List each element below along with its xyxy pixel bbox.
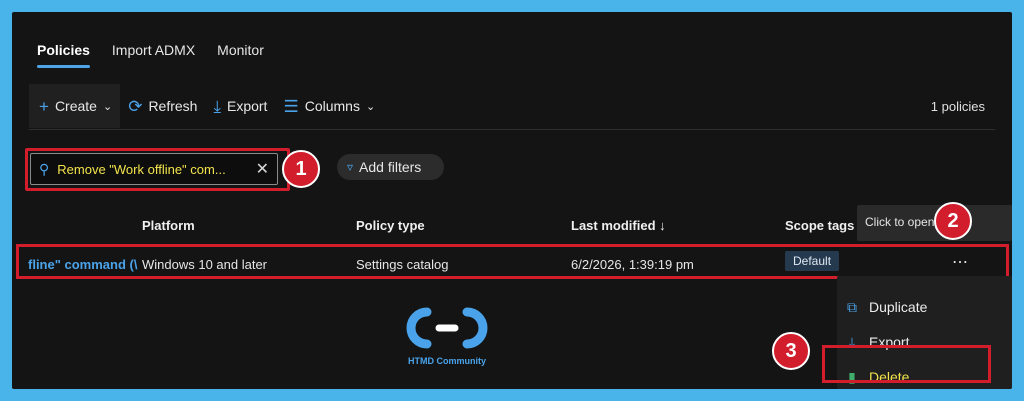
menu-item-duplicate[interactable]: ⧉ Duplicate [845,292,927,322]
toolbar: + Create ⌄ ⟳ Refresh ⤓ Export ☰ Columns … [29,84,995,128]
tab-monitor[interactable]: Monitor [206,38,275,68]
refresh-icon: ⟳ [128,96,143,116]
step-badge-3: 3 [772,332,810,370]
export-label: Export [226,98,268,114]
refresh-label: Refresh [148,98,198,114]
chevron-down-icon: ⌄ [102,100,113,113]
logo-text: HTMD Community [408,356,486,366]
chevron-down-icon: ⌄ [365,100,376,113]
htmd-logo: HTMD Community [397,302,497,372]
copy-icon: ⧉ [847,298,857,315]
tab-import-admx[interactable]: Import ADMX [101,38,206,68]
search-input[interactable]: Remove "Work offline" com... [57,162,247,177]
add-filters-label: Add filters [359,159,422,175]
refresh-button[interactable]: ⟳ Refresh [120,84,205,128]
toolbar-divider [29,129,995,130]
create-label: Create [54,98,97,114]
app-frame: Policies Import ADMX Monitor + Create ⌄ … [12,12,1012,389]
close-icon[interactable]: ✕ [256,159,269,179]
more-options-icon[interactable]: ⋯ [952,252,969,272]
filter-icon: ▿ [347,160,354,174]
column-header-scope-tags[interactable]: Scope tags [785,218,854,233]
column-header-platform[interactable]: Platform [142,218,195,233]
step-badge-2: 2 [934,202,972,240]
tab-bar: Policies Import ADMX Monitor [26,38,275,68]
menu-item-duplicate-label: Duplicate [869,299,928,315]
columns-label: Columns [304,98,360,114]
download-icon: ⤓ [213,96,221,116]
create-button[interactable]: + Create ⌄ [29,84,121,128]
policy-name-link[interactable]: fline" command (\ [28,257,142,272]
column-header-policy-type[interactable]: Policy type [356,218,425,233]
export-button[interactable]: ⤓ Export [205,84,275,128]
step-badge-1: 1 [282,150,320,188]
scope-tag-badge: Default [785,251,840,271]
htmd-logo-icon [406,307,488,349]
columns-button[interactable]: ☰ Columns ⌄ [275,84,383,128]
search-icon: ⚲ [39,161,50,177]
add-filters-button[interactable]: ▿ Add filters [337,154,444,180]
cell-platform: Windows 10 and later [142,257,268,272]
policy-count: 1 policies [930,98,985,114]
column-header-last-modified[interactable]: Last modified ↓ [571,218,666,233]
search-box[interactable]: ⚲ Remove "Work offline" com... ✕ [30,153,278,185]
columns-icon: ☰ [283,96,299,116]
plus-icon: + [39,96,49,116]
delete-highlight-outline [822,345,991,383]
cell-policy-type: Settings catalog [356,257,449,272]
tab-policies[interactable]: Policies [26,38,101,68]
cell-last-modified: 6/2/2026, 1:39:19 pm [571,257,694,272]
